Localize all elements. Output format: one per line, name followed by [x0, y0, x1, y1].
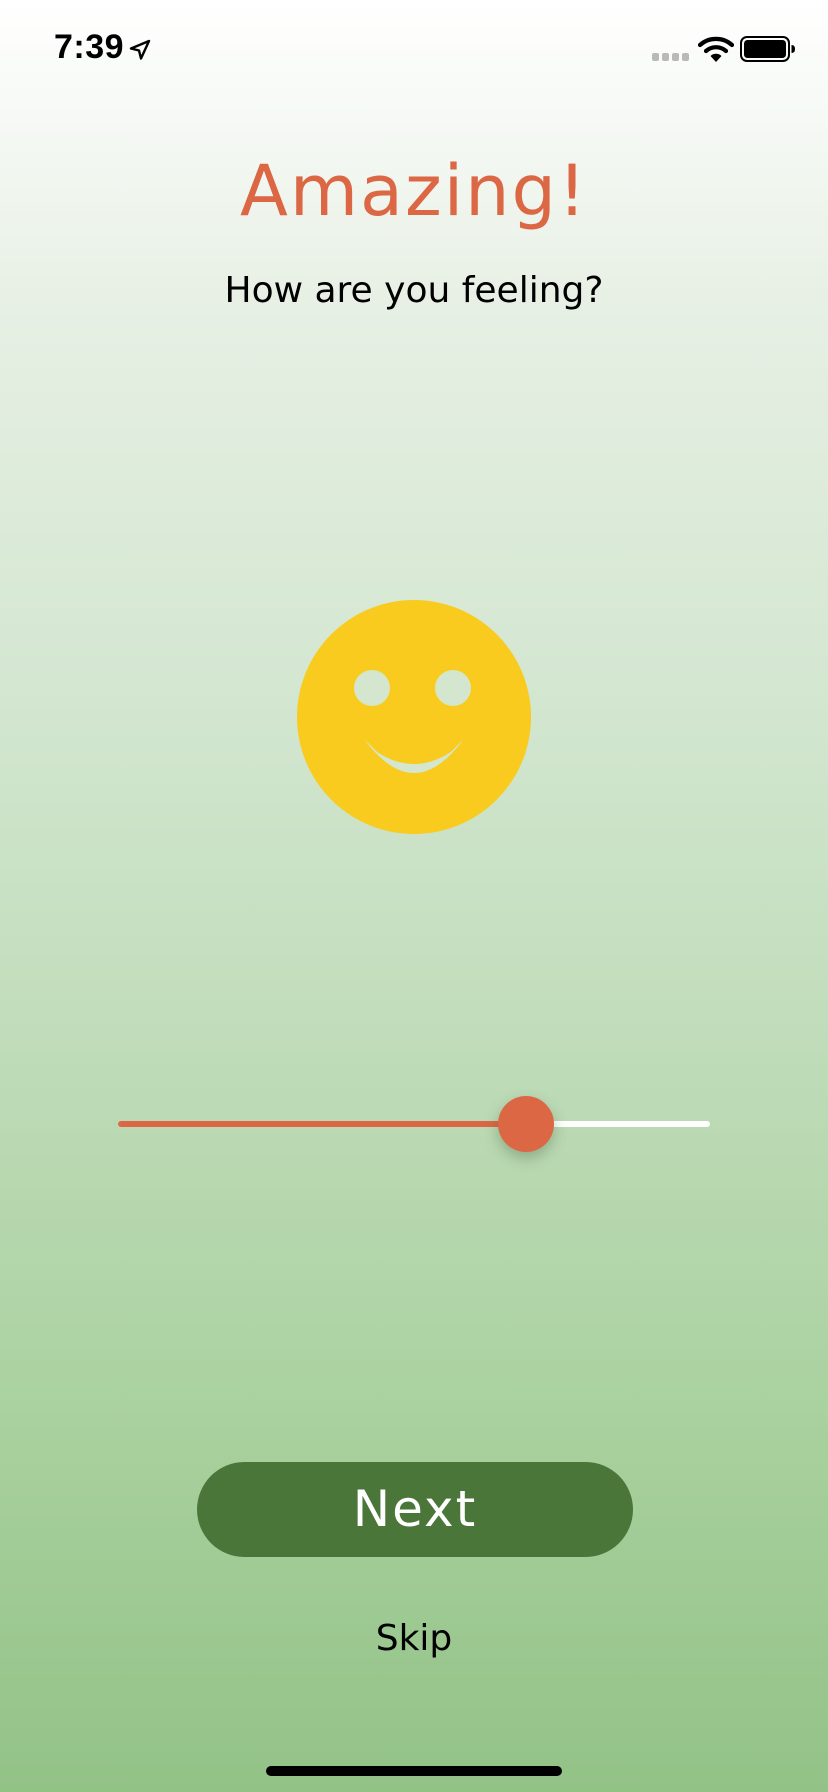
slider-fill	[118, 1121, 527, 1127]
cellular-signal-icon	[652, 53, 689, 61]
location-arrow-icon	[129, 39, 151, 60]
mood-slider[interactable]	[118, 1096, 710, 1152]
smiling-face-icon	[297, 600, 531, 834]
slider-thumb[interactable]	[498, 1096, 555, 1152]
wifi-icon	[698, 36, 734, 62]
page-title: Amazing!	[239, 150, 589, 232]
status-bar: 7:39	[0, 0, 828, 100]
question-text: How are you feeling?	[224, 270, 604, 311]
battery-icon	[740, 36, 795, 62]
home-indicator	[266, 1766, 562, 1776]
next-button[interactable]: Next	[197, 1462, 633, 1557]
status-time: 7:39	[54, 28, 125, 66]
skip-button[interactable]: Skip	[0, 1618, 828, 1659]
